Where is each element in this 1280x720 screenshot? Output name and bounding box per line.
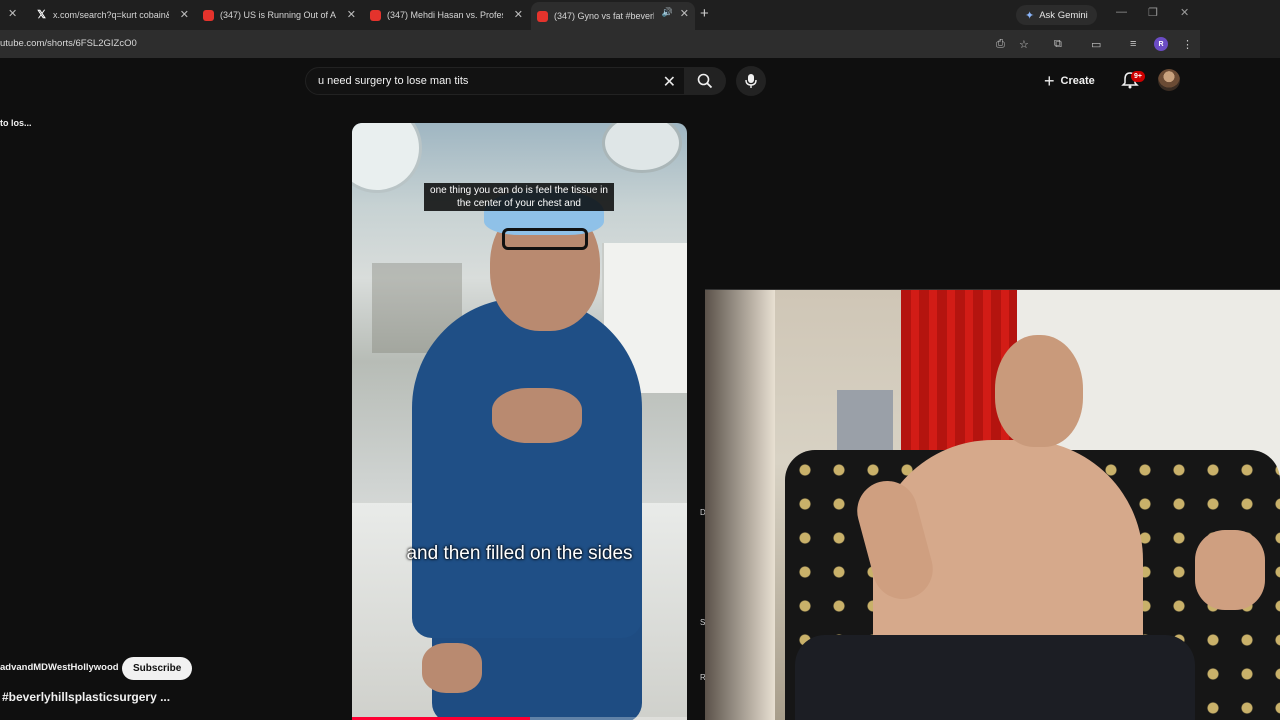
- close-icon[interactable]: ✕: [680, 7, 689, 20]
- tab-youtube-active[interactable]: (347) Gyno vs fat #beverlyh 🔊 ✕: [531, 2, 695, 30]
- person-head: [995, 335, 1083, 447]
- video-title[interactable]: #beverlyhillsplasticsurgery ...: [2, 690, 170, 704]
- glasses: [502, 228, 588, 250]
- gemini-spark-icon: ✦: [1025, 9, 1035, 22]
- account-avatar[interactable]: [1158, 69, 1180, 91]
- ask-gemini-button[interactable]: ✦ Ask Gemini: [1016, 5, 1097, 25]
- shorts-video-player[interactable]: one thing you can do is feel the tissue …: [352, 123, 687, 720]
- voice-search-button[interactable]: [736, 66, 766, 96]
- minimize-icon[interactable]: —: [1116, 6, 1127, 18]
- close-icon[interactable]: ✕: [514, 8, 523, 21]
- window-close-icon[interactable]: ✕: [1180, 6, 1189, 19]
- microphone-icon: [745, 74, 757, 88]
- ask-gemini-label: Ask Gemini: [1039, 9, 1088, 21]
- search-box[interactable]: u need surgery to lose man tits ✕: [305, 67, 685, 95]
- youtube-icon: [537, 10, 548, 22]
- media-controls-icon[interactable]: ≡: [1130, 38, 1136, 50]
- close-icon[interactable]: ✕: [347, 8, 356, 21]
- search-input[interactable]: u need surgery to lose man tits: [318, 75, 468, 87]
- tab-title: (347) Gyno vs fat #beverlyh: [554, 11, 654, 21]
- bookmark-star-icon[interactable]: ☆: [1019, 38, 1029, 51]
- create-button[interactable]: + Create: [1044, 70, 1095, 92]
- doctor-hand: [422, 643, 482, 693]
- doctor-scrubs: [412, 298, 642, 638]
- new-tab-button[interactable]: +: [700, 5, 709, 22]
- close-icon[interactable]: ✕: [180, 8, 189, 21]
- x-logo-icon: 𝕏: [37, 8, 46, 21]
- tab-youtube-1[interactable]: (347) US is Running Out of Am ✕: [197, 3, 362, 27]
- profile-avatar[interactable]: R: [1154, 37, 1168, 51]
- surgical-lamp: [352, 123, 422, 193]
- tab-strip: ✕ 𝕏 x.com/search?q=kurt cobain&s ✕ (347)…: [0, 0, 1280, 30]
- extensions-icon[interactable]: ⧉: [1054, 38, 1062, 51]
- surgical-lamp: [602, 123, 682, 173]
- address-bar[interactable]: utube.com/shorts/6FSL2GIZcO0 ⎙ ☆ ⧉ ▭ ≡ ⋮: [0, 30, 1200, 58]
- tab-x-search[interactable]: 𝕏 x.com/search?q=kurt cobain&s ✕: [30, 3, 195, 27]
- window-edge: [1200, 30, 1280, 58]
- speaker-icon[interactable]: 🔊: [662, 7, 673, 18]
- wall: [705, 290, 775, 720]
- tab-title: x.com/search?q=kurt cobain&s: [53, 10, 169, 20]
- install-app-icon[interactable]: ⎙: [996, 38, 1005, 51]
- menu-kebab-icon[interactable]: ⋮: [1182, 38, 1193, 51]
- plus-icon: +: [1044, 71, 1055, 91]
- previous-short-title[interactable]: to los...: [0, 118, 32, 128]
- subscribe-button[interactable]: Subscribe: [122, 657, 193, 680]
- clear-search-icon[interactable]: ✕: [663, 72, 676, 92]
- webcam-overlay: [705, 289, 1280, 720]
- closed-caption: one thing you can do is feel the tissue …: [424, 183, 614, 211]
- channel-name[interactable]: advandMDWestHollywood: [0, 662, 119, 673]
- search-icon: [697, 73, 713, 89]
- burned-in-subtitle: and then filled on the sides: [406, 543, 633, 564]
- youtube-icon: [370, 9, 381, 21]
- person-pants: [795, 635, 1195, 720]
- create-label: Create: [1060, 75, 1095, 87]
- search-button[interactable]: [684, 67, 726, 95]
- split-view-icon[interactable]: ▭: [1091, 38, 1101, 51]
- url-text[interactable]: utube.com/shorts/6FSL2GIZcO0: [0, 38, 137, 49]
- tab-youtube-2[interactable]: (347) Mehdi Hasan vs. Professo ✕: [364, 3, 529, 27]
- restore-icon[interactable]: ❐: [1148, 6, 1158, 19]
- close-icon[interactable]: ✕: [8, 7, 17, 20]
- youtube-icon: [203, 9, 214, 21]
- person-arm: [1195, 530, 1265, 610]
- tab-title: (347) US is Running Out of Am: [220, 10, 336, 20]
- notification-badge: 9+: [1131, 71, 1145, 82]
- tab-title: (347) Mehdi Hasan vs. Professo: [387, 10, 503, 20]
- doctor-hand: [492, 388, 582, 443]
